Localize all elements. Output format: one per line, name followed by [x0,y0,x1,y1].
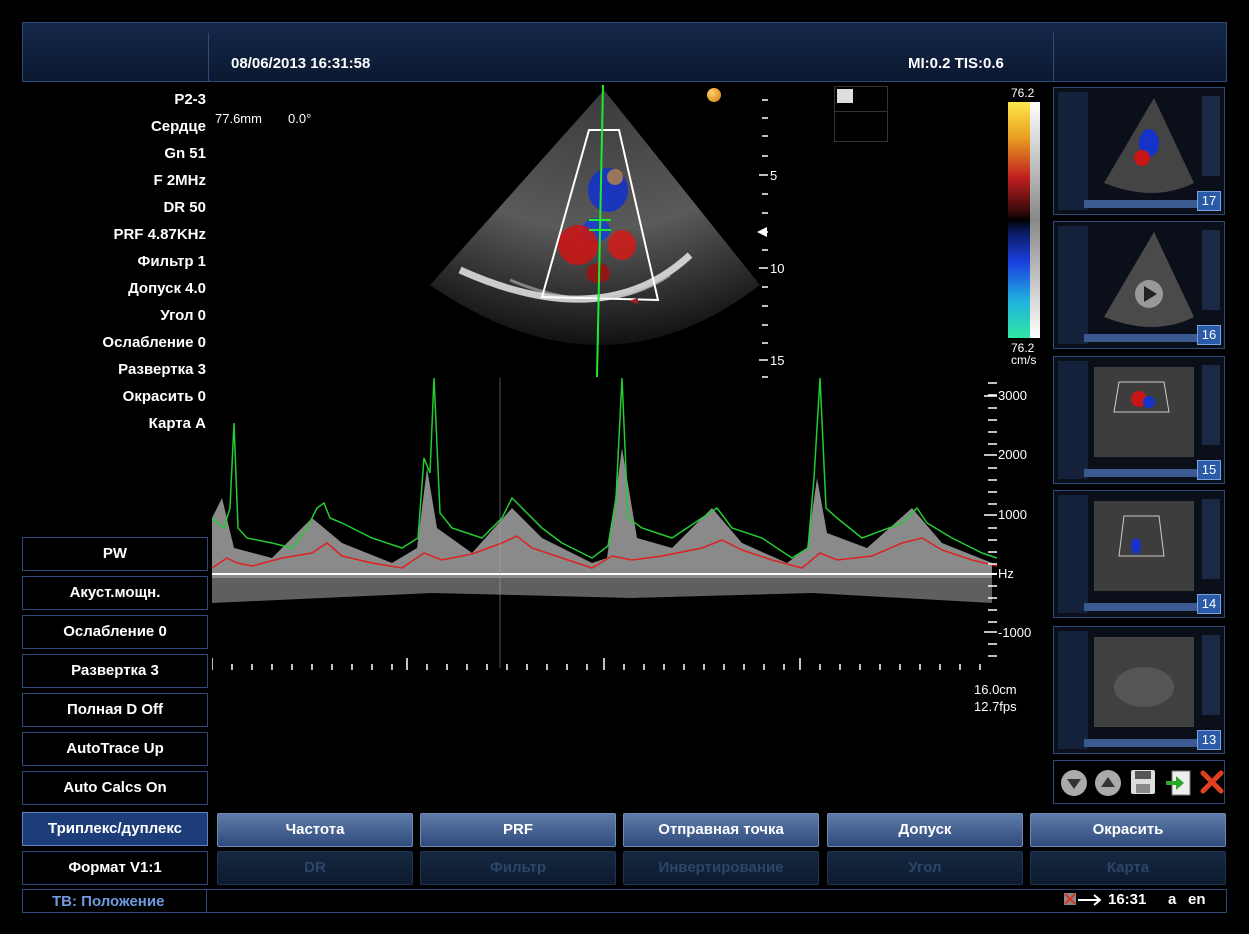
bmode-sector-image[interactable] [400,85,760,380]
velocity-label-1000: 1000 [998,507,1027,522]
divider [1053,33,1054,82]
thumbnail-image[interactable]: 13 [1053,626,1225,754]
param-preset: Сердце [150,118,206,135]
scroll-down-icon[interactable] [1060,769,1088,797]
triplex-duplex-button[interactable]: Триплекс/дуплекс [22,812,208,846]
thumbnail-number: 13 [1197,730,1221,750]
map-button[interactable]: Карта [1030,851,1226,885]
param-frequency: F 2MHz [153,172,207,189]
tolerance-button[interactable]: Допуск [827,813,1023,847]
thumbnail-image[interactable]: 17 [1053,87,1225,215]
depth-label-5: 5 [770,168,778,183]
clock: 16:31 [1108,891,1147,908]
exam-datetime: 08/06/2013 16:31:58 [231,55,371,72]
param-tolerance: Допуск 4.0 [128,280,206,297]
autotrace-button[interactable]: AutoTrace Up [22,732,208,766]
param-prf: PRF 4.87KHz [113,226,206,243]
filter-button[interactable]: Фильтр [420,851,616,885]
velocity-colorbar [1008,102,1030,338]
format-button[interactable]: Формат V1:1 [22,851,208,885]
frequency-button[interactable]: Частота [217,813,413,847]
thumbnail-number: 17 [1197,191,1221,211]
tint-button[interactable]: Окрасить [1030,813,1226,847]
param-tint: Окрасить 0 [122,388,206,405]
baseline-button[interactable]: Отправная точка [623,813,819,847]
orientation-marker-icon [707,88,721,102]
thumbnail-image[interactable]: 16 [1053,221,1225,349]
dr-button[interactable]: DR [217,851,413,885]
time-ticks [212,658,981,670]
depth-label-15: 15 [770,353,785,368]
depth-scale [757,99,768,378]
velocity-unit-hz: Hz [998,566,1014,581]
velocity-label-neg1000: -1000 [998,625,1032,640]
spectral-envelope [212,448,992,603]
thumbnail-image[interactable]: 15 [1053,356,1225,484]
save-icon[interactable] [1130,769,1156,795]
param-dynamic-range: DR 50 [163,199,206,216]
save-icon[interactable] [837,89,853,103]
sweep-button[interactable]: Развертка 3 [22,654,208,688]
velocity-ticks [984,382,997,657]
param-probe: P2-3 [174,91,206,108]
delete-icon[interactable] [1199,769,1225,795]
top-status-bar [22,22,1227,82]
angle-button[interactable]: Угол [827,851,1023,885]
prf-button[interactable]: PRF [420,813,616,847]
velocity-label-2000: 2000 [998,447,1027,462]
auto-calcs-button[interactable]: Auto Calcs On [22,771,208,805]
angle-readout: 0.0° [288,111,312,126]
status-bar [22,889,1227,913]
language-indicator: en [1188,891,1206,908]
depth-label-10: 10 [770,261,785,276]
trackball-mode-label: ТВ: Положение [52,893,165,910]
thumbnail-image[interactable]: 14 [1053,490,1225,618]
param-filter: Фильтр 1 [137,253,206,270]
scroll-up-icon[interactable] [1094,769,1122,797]
param-gain: Gn 51 [164,145,206,162]
frame-rate: 12.7fps [974,699,1017,714]
mi-tis-readout: MI:0.2 TIS:0.6 [908,55,1004,72]
param-map: Карта A [148,415,206,432]
velocity-label-3000: 3000 [998,388,1027,403]
max-velocity-trace [212,378,997,559]
spectral-doppler-display[interactable] [212,378,997,673]
param-angle: Угол 0 [160,307,206,324]
export-icon[interactable] [1164,769,1192,797]
focus-marker-icon [757,227,767,237]
colorbar-top-label: 76.2 [1011,86,1035,100]
full-d-button[interactable]: Полная D Off [22,693,208,727]
thumbnail-number: 15 [1197,460,1221,480]
attenuation-button[interactable]: Ослабление 0 [22,615,208,649]
sector-fan [430,90,760,345]
usb-icon [1064,893,1102,906]
colorbar-gray [1030,102,1040,338]
depth-readout: 77.6mm [215,111,262,126]
scan-depth: 16.0cm [974,682,1017,697]
thumbnail-number: 14 [1197,594,1221,614]
param-sweep: Развертка 3 [118,361,206,378]
depth-scale-ticks [759,99,768,378]
thumbnail-number: 16 [1197,325,1221,345]
colorbar-unit: cm/s [1011,353,1037,367]
acoustic-power-button[interactable]: Акуст.мощн. [22,576,208,610]
param-attenuation: Ослабление 0 [102,334,206,351]
invert-button[interactable]: Инвертирование [623,851,819,885]
cine-save-box[interactable] [834,86,888,142]
clipboard-controls [1053,760,1225,804]
input-mode: a [1168,891,1177,908]
divider [208,33,209,82]
mode-pw-button[interactable]: PW [22,537,208,571]
